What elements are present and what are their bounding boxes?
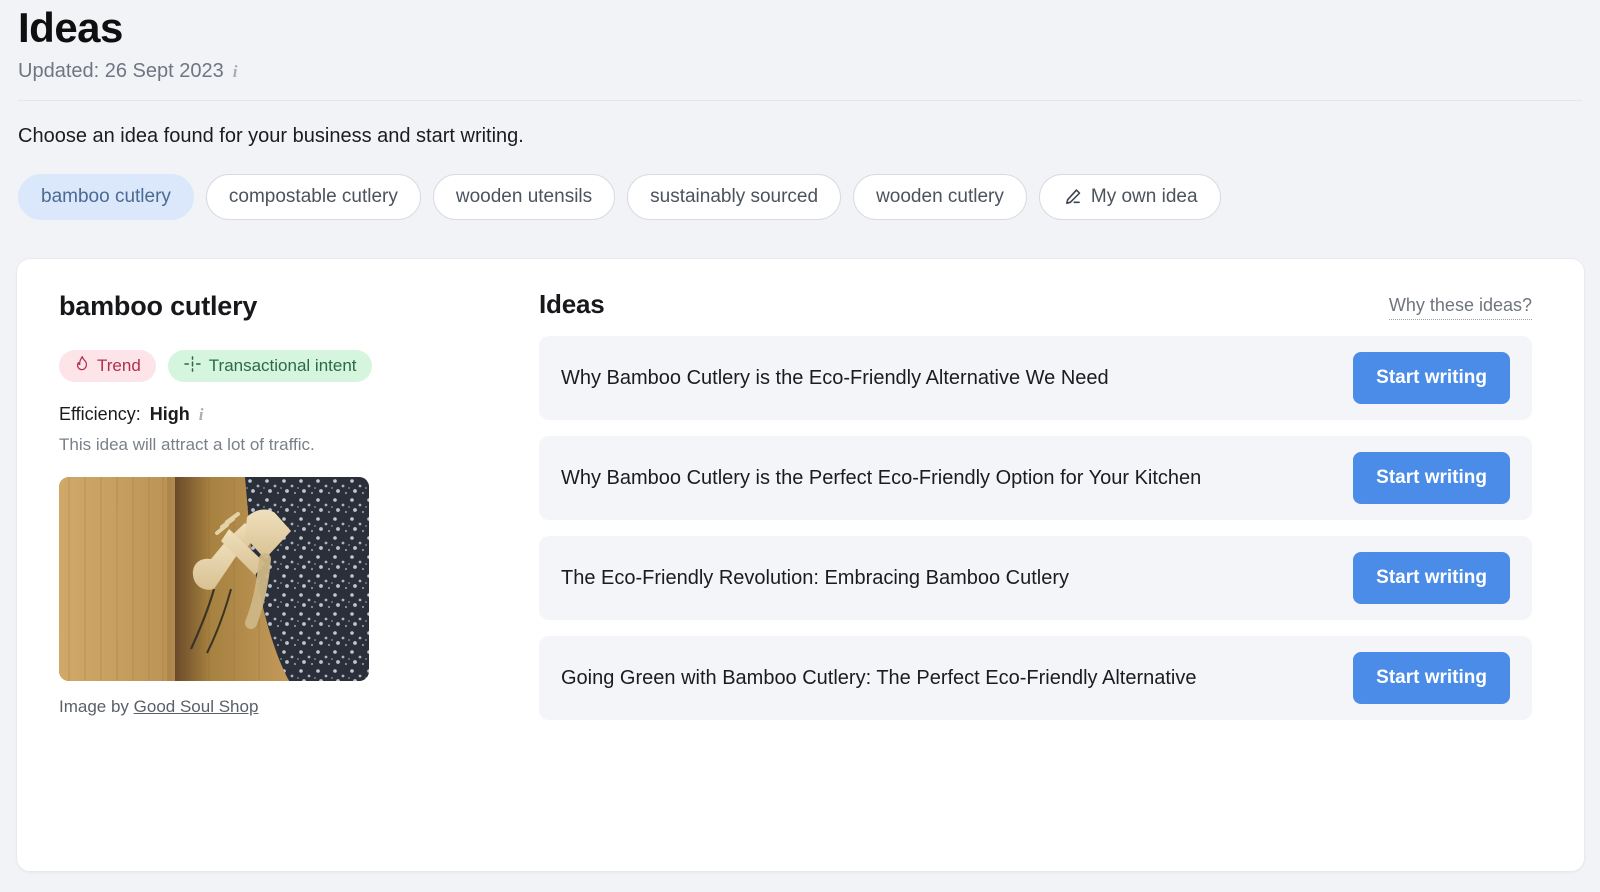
efficiency-row: Efficiency: High i (59, 404, 491, 425)
idea-detail-card: bamboo cutlery Trend Transactional inten… (16, 258, 1585, 872)
efficiency-value: High (149, 404, 190, 424)
chip-wooden-cutlery[interactable]: wooden cutlery (853, 174, 1027, 221)
info-icon[interactable]: i (233, 63, 238, 80)
chip-label: wooden cutlery (876, 186, 1004, 208)
idea-row: Going Green with Bamboo Cutlery: The Per… (539, 636, 1532, 720)
idea-title: Why Bamboo Cutlery is the Perfect Eco-Fr… (561, 467, 1202, 489)
page-title: Ideas (18, 4, 123, 51)
updated-row: Updated: 26 Sept 2023 i (18, 60, 1582, 83)
status-badge-intent: Transactional intent (167, 350, 372, 382)
start-writing-button[interactable]: Start writing (1353, 652, 1510, 704)
intent-icon (183, 355, 202, 378)
image-credit-prefix: Image by (59, 697, 134, 716)
chip-bamboo-cutlery[interactable]: bamboo cutlery (18, 174, 194, 221)
image-credit: Image by Good Soul Shop (59, 697, 369, 717)
status-badge-trend: Trend (59, 350, 156, 382)
idea-image-block: Image by Good Soul Shop (59, 477, 369, 717)
ideas-page: Ideas Updated: 26 Sept 2023 i Choose an … (0, 0, 1600, 892)
start-writing-button[interactable]: Start writing (1353, 552, 1510, 604)
bamboo-cutlery-photo (59, 477, 369, 681)
ideas-list-header: Ideas Why these ideas? (539, 289, 1532, 320)
keyword-chip-list: bamboo cutlery compostable cutlery woode… (0, 148, 1600, 221)
chip-my-own-idea[interactable]: My own idea (1038, 174, 1221, 221)
idea-row: The Eco-Friendly Revolution: Embracing B… (539, 536, 1532, 620)
ideas-list-pane: Ideas Why these ideas? Why Bamboo Cutler… (517, 259, 1584, 871)
badge-label: Transactional intent (208, 356, 357, 375)
idea-row: Why Bamboo Cutlery is the Perfect Eco-Fr… (539, 436, 1532, 520)
idea-title: Why Bamboo Cutlery is the Eco-Friendly A… (561, 367, 1109, 389)
chip-sustainably-sourced[interactable]: sustainably sourced (627, 174, 842, 221)
page-subtitle: Choose an idea found for your business a… (18, 125, 524, 148)
chip-label: bamboo cutlery (41, 186, 171, 208)
efficiency-note: This idea will attract a lot of traffic. (59, 435, 315, 454)
badge-list: Trend Transactional intent (59, 350, 491, 382)
idea-thumbnail (59, 477, 369, 681)
flame-icon (74, 355, 90, 378)
start-writing-button[interactable]: Start writing (1353, 352, 1510, 404)
start-writing-button[interactable]: Start writing (1353, 452, 1510, 504)
chip-label: My own idea (1090, 186, 1198, 208)
ideas-title: Ideas (539, 289, 605, 319)
idea-title: Going Green with Bamboo Cutlery: The Per… (561, 667, 1197, 689)
keyword-title: bamboo cutlery (59, 291, 258, 321)
idea-title: The Eco-Friendly Revolution: Embracing B… (561, 567, 1069, 589)
chip-compostable-cutlery[interactable]: compostable cutlery (205, 174, 421, 221)
efficiency-info-icon[interactable]: i (199, 406, 204, 423)
idea-row: Why Bamboo Cutlery is the Eco-Friendly A… (539, 336, 1532, 420)
efficiency-label: Efficiency: (59, 404, 141, 424)
image-credit-link[interactable]: Good Soul Shop (134, 697, 259, 716)
why-these-ideas-link[interactable]: Why these ideas? (1388, 295, 1532, 320)
keyword-detail-pane: bamboo cutlery Trend Transactional inten… (17, 259, 517, 871)
updated-label: Updated: 26 Sept 2023 (18, 60, 224, 83)
chip-label: compostable cutlery (228, 186, 398, 208)
chip-label: wooden utensils (455, 186, 593, 208)
badge-label: Trend (97, 356, 141, 375)
page-header: Ideas Updated: 26 Sept 2023 i (0, 0, 1600, 83)
pencil-icon (1062, 187, 1083, 208)
chip-label: sustainably sourced (650, 186, 819, 208)
chip-wooden-utensils[interactable]: wooden utensils (432, 174, 616, 221)
